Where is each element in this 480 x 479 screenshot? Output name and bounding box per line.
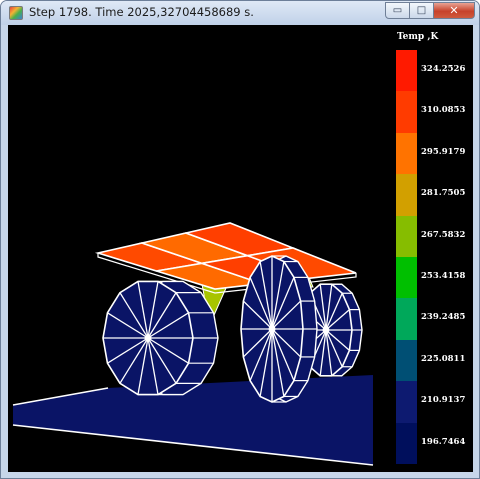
wheel-hub bbox=[322, 326, 330, 334]
color-scale-bar bbox=[396, 50, 417, 464]
title-bar[interactable]: Step 1798. Time 2025,32704458689 s. ▭ □ … bbox=[1, 1, 479, 25]
wheel-front-right bbox=[240, 255, 318, 403]
minimize-button[interactable]: ▭ bbox=[385, 2, 410, 19]
legend-label: 267.5832 bbox=[421, 229, 466, 240]
legend-label: 324.2526 bbox=[421, 64, 466, 74]
window-title: Step 1798. Time 2025,32704458689 s. bbox=[29, 5, 254, 19]
app-icon bbox=[9, 6, 23, 20]
legend-swatch bbox=[396, 91, 417, 133]
legend-swatch bbox=[396, 381, 417, 423]
legend-swatch bbox=[396, 50, 417, 92]
legend-title: Temp ,K bbox=[397, 32, 439, 42]
legend-label: 281.7505 bbox=[421, 188, 466, 199]
wheel-hub bbox=[268, 325, 276, 333]
legend-swatch bbox=[396, 174, 417, 216]
legend-label: 196.7464 bbox=[421, 436, 466, 447]
legend-swatch bbox=[396, 132, 417, 175]
maximize-button[interactable]: □ bbox=[409, 2, 434, 19]
legend-swatch bbox=[396, 256, 417, 299]
wheel-hub bbox=[144, 334, 152, 342]
legend-swatch bbox=[396, 422, 417, 464]
legend-label: 253.4158 bbox=[421, 271, 466, 281]
legend-label: 210.9137 bbox=[421, 395, 466, 406]
legend-label: 310.0853 bbox=[421, 105, 466, 116]
legend-label: 295.9179 bbox=[421, 146, 466, 157]
legend-swatch bbox=[396, 215, 417, 257]
legend-swatch bbox=[396, 298, 417, 340]
simulation-viewport[interactable]: Temp ,K 324.2526 310.0853 295.9179 281.7505… bbox=[8, 25, 473, 472]
app-window: Step 1798. Time 2025,32704458689 s. ▭ □ … bbox=[0, 0, 480, 479]
legend-swatch bbox=[396, 339, 417, 382]
close-button[interactable]: ✕ bbox=[433, 2, 475, 19]
legend-label: 225.0811 bbox=[421, 353, 466, 364]
legend-label: 239.2485 bbox=[421, 312, 466, 323]
wheel-front-left bbox=[102, 280, 219, 396]
